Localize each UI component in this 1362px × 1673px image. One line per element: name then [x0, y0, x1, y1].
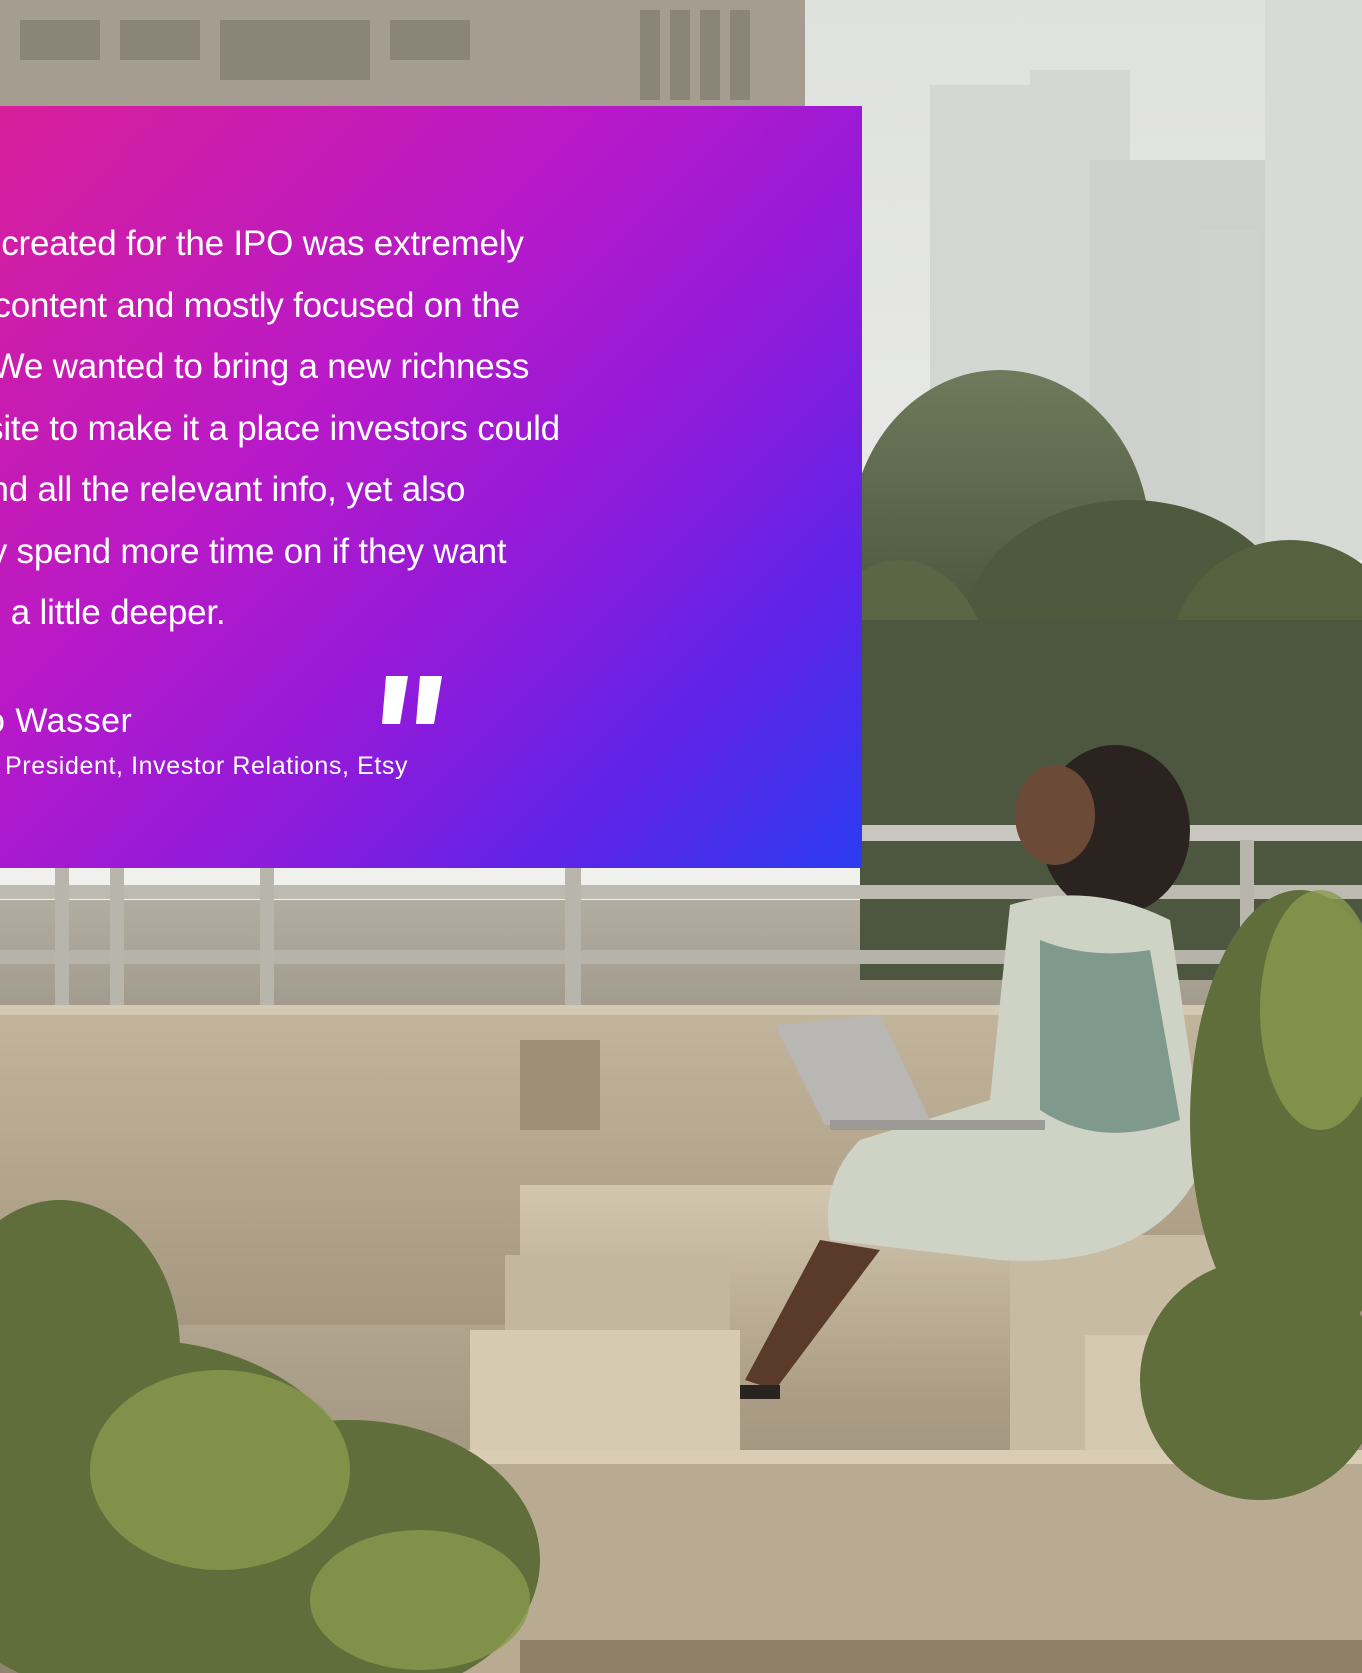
- author-title: President, Investor Relations, Etsy: [5, 752, 409, 780]
- author-name: o Wasser: [0, 702, 133, 740]
- testimonial-card: site created for the IPO was extremely t…: [0, 106, 862, 868]
- testimonial-quote: site created for the IPO was extremely t…: [0, 213, 698, 644]
- hero-scene: site created for the IPO was extremely t…: [0, 0, 1362, 1673]
- quote-line: t in content and mostly focused on the: [0, 285, 520, 325]
- closing-quote-icon: [382, 676, 442, 724]
- quote-line: sibly spend more time on if they want: [0, 531, 507, 571]
- quote-line: ly find all the relevant info, yet also: [0, 470, 466, 509]
- quote-line: cs. We wanted to bring a new richness: [0, 347, 530, 386]
- quote-line: ig in a little deeper.: [0, 593, 226, 632]
- quote-line: he site to make it a place investors cou…: [0, 408, 560, 448]
- quote-line: site created for the IPO was extremely: [0, 224, 524, 263]
